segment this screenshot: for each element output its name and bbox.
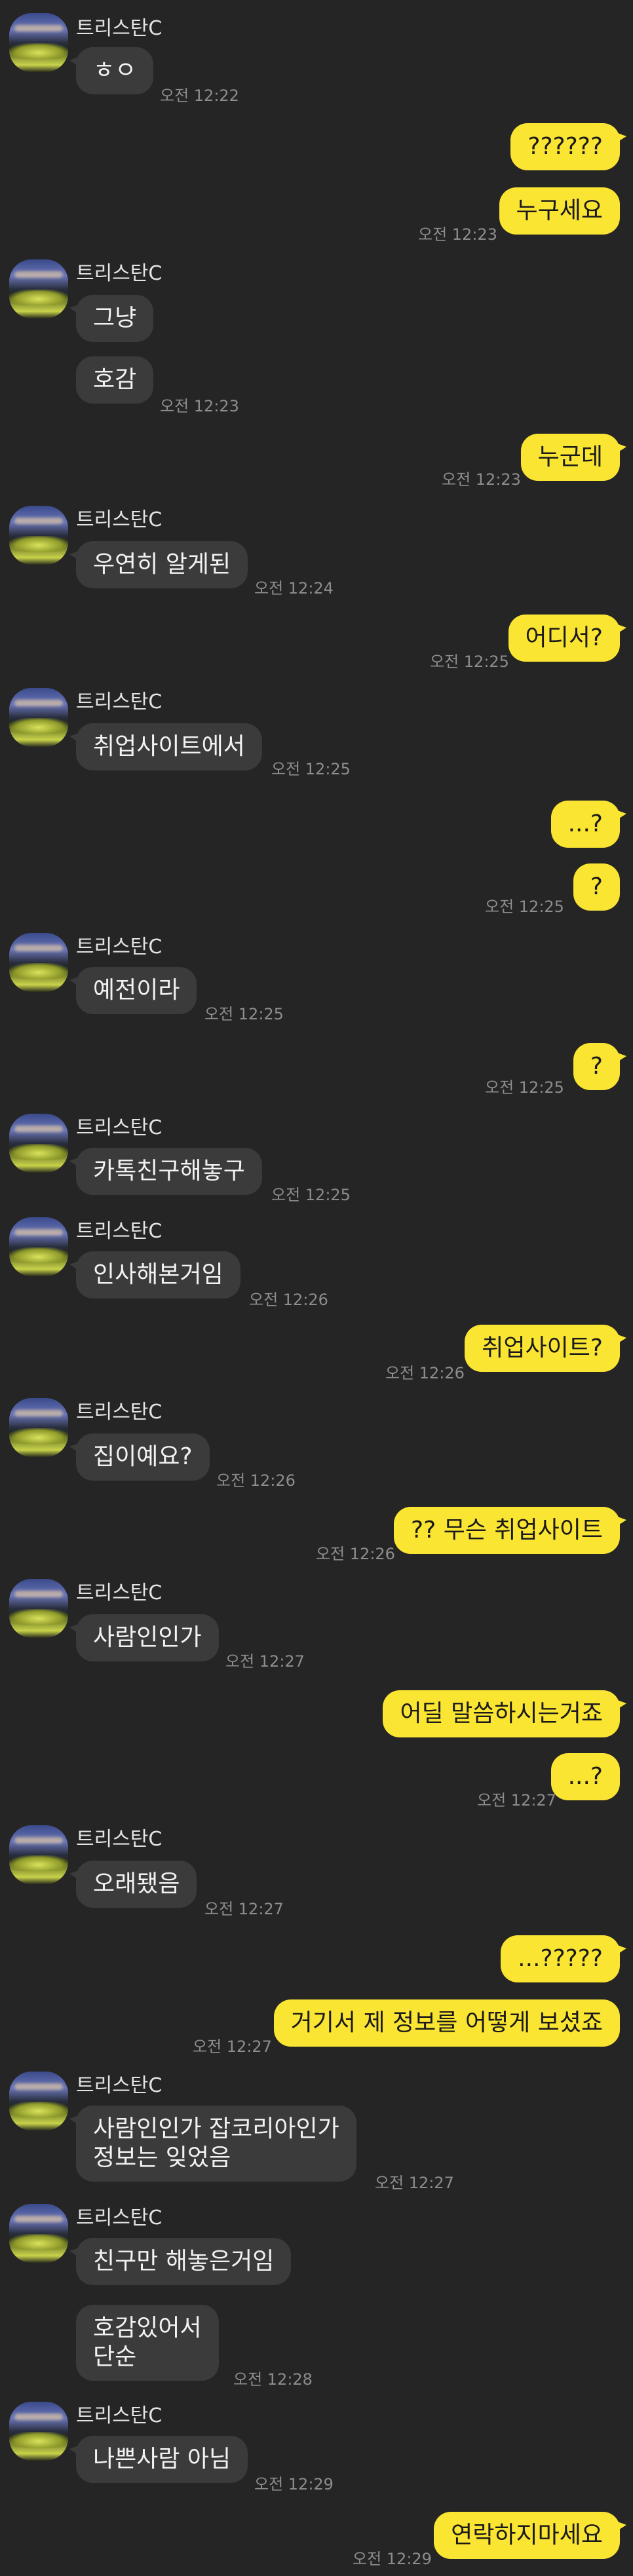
sent-message[interactable]: ...?: [550, 801, 627, 848]
sender-avatar[interactable]: [9, 933, 68, 992]
sender-name: 트리스탄C: [76, 1828, 163, 1851]
message-time: 오전 12:26: [316, 1545, 395, 1563]
sent-message[interactable]: ?: [573, 1043, 627, 1090]
sent-message[interactable]: 누군데: [520, 434, 627, 481]
sender-avatar[interactable]: [9, 2204, 68, 2263]
message-time: 오전 12:25: [430, 653, 509, 671]
sender-avatar[interactable]: [9, 13, 68, 72]
sender-name: 트리스탄C: [76, 1582, 163, 1604]
message-time: 오전 12:27: [193, 2037, 272, 2056]
received-message[interactable]: 그냥: [69, 295, 154, 342]
message-time: 오전 12:29: [254, 2475, 334, 2493]
sender-avatar[interactable]: [9, 2072, 68, 2131]
sender-avatar[interactable]: [9, 1114, 68, 1173]
sender-name: 트리스탄C: [76, 1220, 163, 1243]
sender-name: 트리스탄C: [76, 1401, 163, 1424]
sender-name: 트리스탄C: [76, 17, 163, 40]
sent-message[interactable]: 취업사이트?: [465, 1325, 626, 1372]
sender-name: 트리스탄C: [76, 508, 163, 531]
message-time: 오전 12:23: [442, 470, 521, 489]
sender-name: 트리스탄C: [76, 2404, 163, 2427]
received-message[interactable]: 오래됐음: [69, 1861, 197, 1908]
sent-message[interactable]: 누구세요: [499, 187, 620, 235]
sent-message[interactable]: 어디서?: [508, 615, 627, 662]
sender-avatar[interactable]: [9, 1398, 68, 1457]
sender-name: 트리스탄C: [76, 691, 163, 713]
sender-avatar[interactable]: [9, 259, 68, 318]
sent-message[interactable]: 연락하지마세요: [434, 2512, 626, 2559]
received-message[interactable]: 우연히 알게된: [69, 541, 248, 588]
received-message[interactable]: 사람인인가 잡코리아인가 정보는 잊었음: [69, 2106, 356, 2182]
message-time: 오전 12:23: [418, 225, 497, 244]
message-time: 오전 12:25: [271, 1186, 351, 1204]
received-message[interactable]: 친구만 해놓은거임: [69, 2238, 292, 2285]
sender-avatar[interactable]: [9, 1825, 68, 1884]
message-time: 오전 12:26: [216, 1471, 296, 1490]
sent-message[interactable]: ?: [573, 863, 620, 911]
sender-avatar[interactable]: [9, 506, 68, 565]
message-time: 오전 12:28: [233, 2370, 313, 2389]
message-time: 오전 12:23: [160, 397, 239, 415]
sender-avatar[interactable]: [9, 2402, 68, 2461]
sender-name: 트리스탄C: [76, 2074, 163, 2097]
received-message[interactable]: 호감있어서 단순: [76, 2305, 219, 2381]
sent-message[interactable]: ...?: [550, 1753, 620, 1800]
sent-message[interactable]: ??????: [510, 123, 626, 170]
message-time: 오전 12:27: [375, 2174, 454, 2192]
received-message[interactable]: 나쁜사람 아님: [69, 2436, 248, 2483]
received-message[interactable]: 예전이라: [69, 967, 197, 1014]
sender-avatar[interactable]: [9, 688, 68, 747]
sent-message[interactable]: ?? 무슨 취업사이트: [394, 1507, 626, 1554]
message-time: 오전 12:26: [385, 1364, 465, 1382]
received-message[interactable]: ㅎㅇ: [69, 47, 154, 94]
message-time: 오전 12:25: [485, 1078, 564, 1097]
received-message[interactable]: 호감: [76, 356, 154, 404]
message-time: 오전 12:27: [204, 1900, 284, 1918]
sender-avatar[interactable]: [9, 1579, 68, 1638]
sender-name: 트리스탄C: [76, 262, 163, 285]
message-time: 오전 12:22: [160, 86, 239, 105]
received-message[interactable]: 카톡친구해놓구: [69, 1148, 262, 1195]
sender-avatar[interactable]: [9, 1217, 68, 1276]
message-time: 오전 12:25: [485, 898, 564, 916]
received-message[interactable]: 사람인인가: [69, 1614, 219, 1661]
received-message[interactable]: 인사해본거임: [69, 1251, 240, 1298]
message-time: 오전 12:24: [254, 579, 334, 597]
sent-message[interactable]: 어딜 말씀하시는거죠: [383, 1690, 626, 1737]
message-time: 오전 12:25: [204, 1005, 284, 1023]
sender-name: 트리스탄C: [76, 2207, 163, 2229]
received-message[interactable]: 취업사이트에서: [69, 723, 262, 770]
sender-name: 트리스탄C: [76, 1116, 163, 1139]
message-time: 오전 12:29: [353, 2550, 432, 2568]
message-time: 오전 12:27: [477, 1791, 556, 1809]
sent-message[interactable]: ...?????: [501, 1935, 626, 1982]
received-message[interactable]: 집이예요?: [69, 1433, 210, 1481]
message-time: 오전 12:26: [249, 1291, 328, 1309]
message-time: 오전 12:25: [271, 760, 351, 778]
sent-message[interactable]: 거기서 제 정보를 어떻게 보셨죠: [273, 1999, 620, 2047]
sender-name: 트리스탄C: [76, 936, 163, 958]
message-time: 오전 12:27: [225, 1652, 305, 1671]
